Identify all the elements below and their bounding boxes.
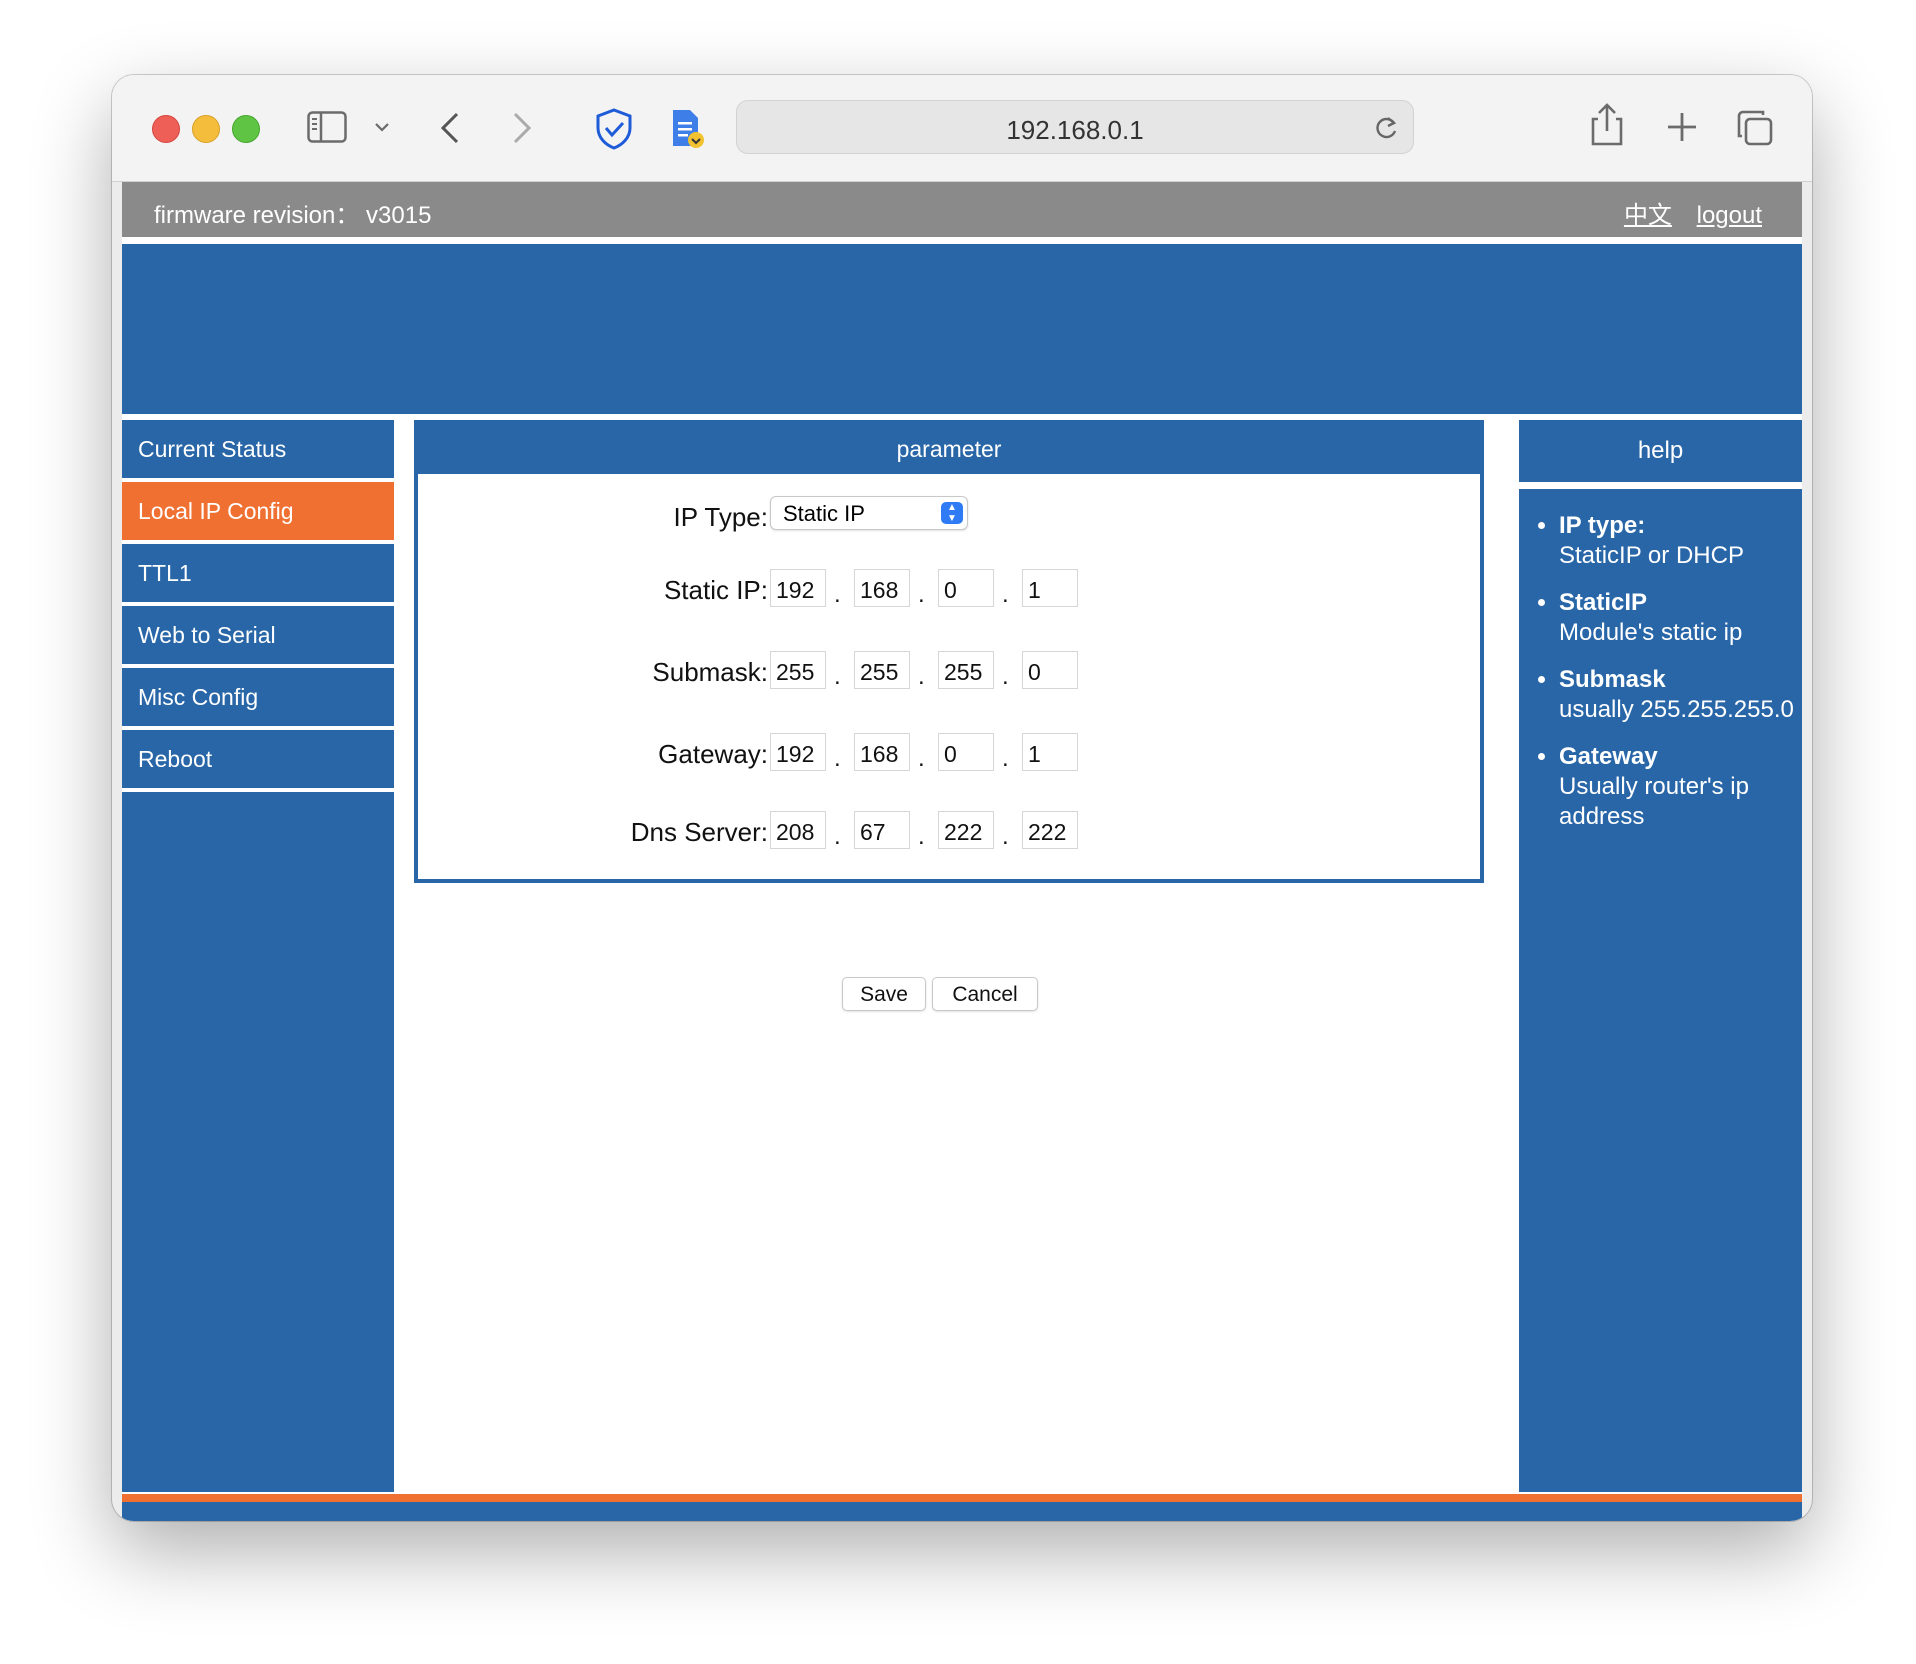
octet-separator: . xyxy=(1002,823,1009,850)
submask-octet-3[interactable]: 255 xyxy=(938,651,994,689)
octet-separator: . xyxy=(834,581,841,608)
sidebar-item-ttl1[interactable]: TTL1 xyxy=(122,544,394,606)
share-icon[interactable] xyxy=(1590,103,1624,147)
help-title: help xyxy=(1519,420,1802,482)
help-item: IP type: StaticIP or DHCP xyxy=(1559,511,1802,571)
static-ip-octet-3[interactable]: 0 xyxy=(938,569,994,607)
address-bar[interactable]: 192.168.0.1 xyxy=(736,100,1414,154)
language-link[interactable]: 中文 xyxy=(1624,202,1672,229)
sidebar-item-web-to-serial[interactable]: Web to Serial xyxy=(122,606,394,668)
dns-octet-1[interactable]: 208 xyxy=(770,811,826,849)
save-button[interactable]: Save xyxy=(842,977,926,1011)
tab-overview-icon[interactable] xyxy=(1736,109,1774,147)
web-page: firmware revision： v3015 中文 logout Curre… xyxy=(122,182,1802,1521)
parameter-panel: parameter IP Type: Static IP ▲ ▼ Static I… xyxy=(414,420,1484,883)
help-term: Gateway xyxy=(1559,743,1658,770)
sidebar-item-local-ip-config[interactable]: Local IP Config xyxy=(122,482,394,544)
close-window-button[interactable] xyxy=(152,115,180,143)
cancel-button[interactable]: Cancel xyxy=(932,977,1038,1011)
octet-separator: . xyxy=(834,663,841,690)
sidebar-item-reboot[interactable]: Reboot xyxy=(122,730,394,792)
shield-icon[interactable] xyxy=(594,108,634,150)
static-ip-row: Static IP: 192 . 168 . 0 . 1 xyxy=(418,569,1480,609)
submask-row: Submask: 255 . 255 . 255 . 0 xyxy=(418,651,1480,691)
submask-octet-4[interactable]: 0 xyxy=(1022,651,1078,689)
octet-separator: . xyxy=(1002,745,1009,772)
gateway-octet-2[interactable]: 168 xyxy=(854,733,910,771)
ip-type-value: Static IP xyxy=(783,501,865,526)
octet-separator: . xyxy=(918,663,925,690)
help-desc: StaticIP or DHCP xyxy=(1559,542,1744,569)
footer-accent xyxy=(122,1494,1802,1502)
help-item: Gateway Usually router's ip address xyxy=(1559,742,1802,832)
dns-octet-3[interactable]: 222 xyxy=(938,811,994,849)
url-text: 192.168.0.1 xyxy=(1006,115,1144,145)
sidebar-item-misc-config[interactable]: Misc Config xyxy=(122,668,394,730)
help-desc: Usually router's ip address xyxy=(1559,773,1749,830)
help-desc: Module's static ip xyxy=(1559,619,1743,646)
submask-label: Submask: xyxy=(652,657,768,687)
help-item: Submask usually 255.255.255.0 xyxy=(1559,665,1802,725)
help-panel: IP type: StaticIP or DHCP StaticIP Modul… xyxy=(1519,489,1802,1492)
octet-separator: . xyxy=(834,745,841,772)
dns-octet-4[interactable]: 222 xyxy=(1022,811,1078,849)
select-arrows-icon: ▲ ▼ xyxy=(941,502,963,524)
sidebar-item-current-status[interactable]: Current Status xyxy=(122,420,394,482)
ip-type-row: IP Type: Static IP ▲ ▼ xyxy=(418,496,1480,536)
chevron-down-icon[interactable] xyxy=(374,121,390,133)
gateway-row: Gateway: 192 . 168 . 0 . 1 xyxy=(418,733,1480,773)
logout-link[interactable]: logout xyxy=(1697,202,1762,229)
panel-title: parameter xyxy=(418,424,1480,474)
help-term: Submask xyxy=(1559,666,1666,693)
gateway-octet-3[interactable]: 0 xyxy=(938,733,994,771)
help-term: StaticIP xyxy=(1559,589,1648,616)
firmware-revision: firmware revision： v3015 xyxy=(154,202,432,229)
zoom-window-button[interactable] xyxy=(232,115,260,143)
gateway-label: Gateway: xyxy=(658,739,768,769)
help-item: StaticIP Module's static ip xyxy=(1559,588,1802,648)
help-desc: usually 255.255.255.0 xyxy=(1559,696,1794,723)
gateway-octet-4[interactable]: 1 xyxy=(1022,733,1078,771)
dns-server-label: Dns Server: xyxy=(630,817,768,847)
static-ip-octet-2[interactable]: 168 xyxy=(854,569,910,607)
dns-octet-2[interactable]: 67 xyxy=(854,811,910,849)
reload-icon[interactable] xyxy=(1373,114,1399,142)
static-ip-octet-1[interactable]: 192 xyxy=(770,569,826,607)
ip-type-select[interactable]: Static IP ▲ ▼ xyxy=(770,496,968,530)
gateway-octet-1[interactable]: 192 xyxy=(770,733,826,771)
footer-bar xyxy=(122,1502,1802,1521)
header-banner xyxy=(122,244,1802,414)
forward-icon[interactable] xyxy=(510,111,534,145)
help-term: IP type: xyxy=(1559,512,1646,539)
octet-separator: . xyxy=(918,823,925,850)
static-ip-label: Static IP: xyxy=(663,575,768,605)
sidebar-nav: Current Status Local IP Config TTL1 Web … xyxy=(122,420,394,1492)
octet-separator: . xyxy=(1002,663,1009,690)
octet-separator: . xyxy=(834,823,841,850)
back-icon[interactable] xyxy=(438,111,462,145)
sidebar-toggle-icon[interactable] xyxy=(307,111,347,143)
octet-separator: . xyxy=(918,581,925,608)
dns-server-row: Dns Server: 208 . 67 . 222 . 222 xyxy=(418,811,1480,851)
static-ip-octet-4[interactable]: 1 xyxy=(1022,569,1078,607)
new-tab-icon[interactable] xyxy=(1666,111,1698,143)
submask-octet-1[interactable]: 255 xyxy=(770,651,826,689)
octet-separator: . xyxy=(1002,581,1009,608)
top-bar: firmware revision： v3015 中文 logout xyxy=(122,182,1802,237)
minimize-window-button[interactable] xyxy=(192,115,220,143)
browser-toolbar: 192.168.0.1 xyxy=(112,75,1812,182)
browser-window: 192.168.0.1 firmware revision： v3015 中文 … xyxy=(112,75,1812,1521)
submask-octet-2[interactable]: 255 xyxy=(854,651,910,689)
page-extension-icon[interactable] xyxy=(670,108,706,150)
ip-type-label: IP Type: xyxy=(673,502,768,532)
octet-separator: . xyxy=(918,745,925,772)
